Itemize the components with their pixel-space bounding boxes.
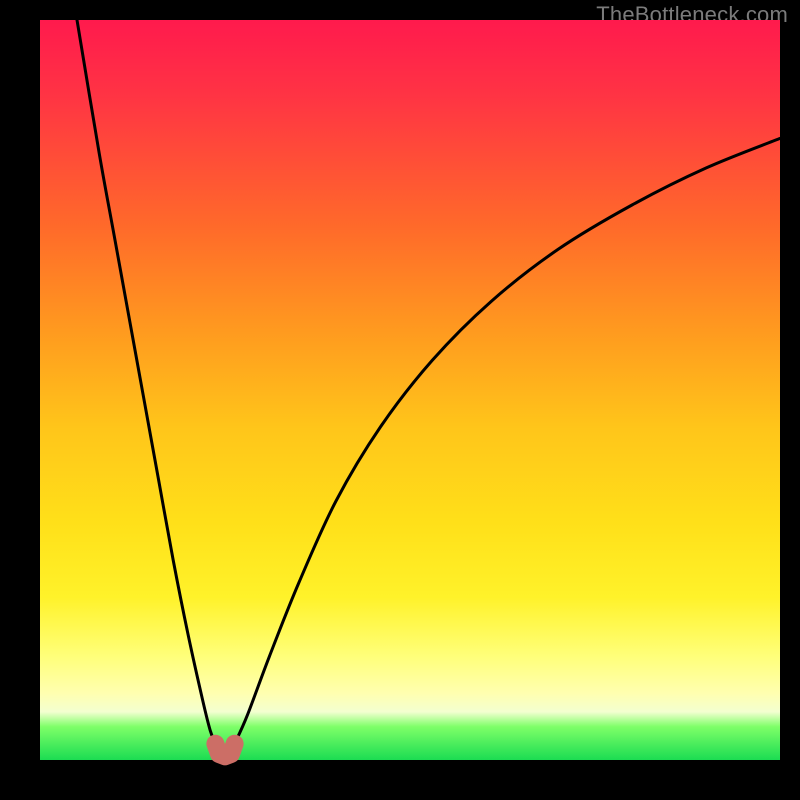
curve-left-branch	[77, 20, 215, 744]
curve-right-branch	[235, 138, 780, 743]
valley-marker	[215, 744, 234, 757]
chart-svg	[40, 20, 780, 760]
outer-frame: TheBottleneck.com	[0, 0, 800, 800]
plot-area	[40, 20, 780, 760]
